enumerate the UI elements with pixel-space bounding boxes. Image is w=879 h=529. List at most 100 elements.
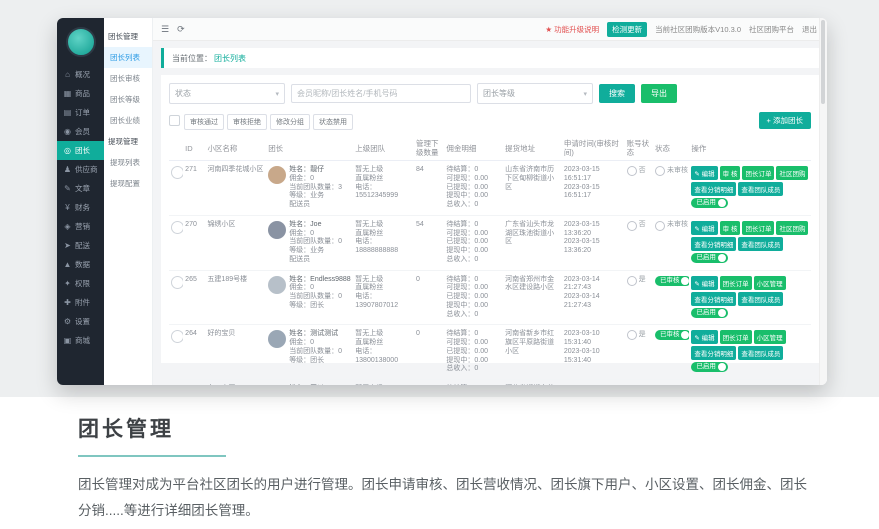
status-toggle-on[interactable]: 已启用 [691, 362, 728, 372]
search-button[interactable]: 搜索 [599, 84, 635, 103]
add-leader-button[interactable]: + 添加团长 [759, 112, 811, 129]
status-select[interactable]: 状态 ▾ [169, 83, 285, 104]
upgrade-notice-link[interactable]: ★ 功能升级说明 [545, 24, 599, 35]
op-button[interactable]: 小区管理 [754, 330, 786, 344]
status-indicator-off[interactable]: 是 [627, 276, 646, 286]
batch-button[interactable]: 审核通过 [184, 114, 224, 130]
batch-button[interactable]: 状态禁用 [313, 114, 353, 130]
platform-name-link[interactable]: 社区团购平台 [749, 24, 794, 35]
commission: 待结算：0可提现：0.00已提现：0.00提现中：0.00总收入：0 [446, 166, 501, 210]
op-button[interactable]: 查看分销明细 [691, 292, 736, 306]
op-button[interactable]: 查看分销明细 [691, 346, 736, 360]
op-button[interactable]: 团长订单 [720, 330, 752, 344]
submenu-item[interactable]: 团长审核 [104, 68, 152, 89]
window-scrollbar[interactable] [819, 18, 827, 385]
refresh-icon[interactable]: ⟳ [177, 24, 185, 35]
status-indicator-off[interactable]: 未审核 [655, 166, 688, 176]
leader-level-select[interactable]: 团长等级 ▾ [477, 83, 593, 104]
status-indicator-off[interactable]: 未审核 [655, 221, 688, 231]
leader-detail: 姓名：Endless9888佣金：0当前团队数量：0等级：团长 [289, 276, 350, 311]
status-indicator-off[interactable]: 否 [627, 221, 646, 231]
sidebar-item-goods[interactable]: ▦商品 [57, 84, 104, 103]
op-button[interactable]: 团长订单 [742, 166, 774, 180]
sidebar-item-overview[interactable]: ⌂概况 [57, 65, 104, 84]
row-checkbox[interactable] [171, 330, 183, 343]
sidebar-item-attachments[interactable]: ✚附件 [57, 293, 104, 312]
sidebar-item-finance[interactable]: ¥财务 [57, 198, 104, 217]
sidebar-item-permissions[interactable]: ✦权限 [57, 274, 104, 293]
breadcrumb: 当前位置： 团长列表 [161, 48, 819, 68]
row-checkbox[interactable] [171, 166, 183, 179]
op-button[interactable]: 小区管理 [754, 276, 786, 290]
op-button[interactable]: ✎ 编辑 [691, 221, 717, 235]
sidebar-item-orders[interactable]: ▤订单 [57, 103, 104, 122]
op-button[interactable]: 社区团购 [776, 166, 808, 180]
mall-icon: ▣ [63, 336, 72, 345]
batch-button[interactable]: 审核拒绝 [227, 114, 267, 130]
op-button[interactable]: ✎ 编辑 [691, 276, 717, 290]
op-button[interactable]: 查看团队成员 [738, 237, 783, 251]
status-toggle-label: 已启用 [696, 254, 716, 262]
status-toggle-on[interactable]: 已审核 [655, 330, 689, 340]
op-button[interactable]: 团长订单 [720, 276, 752, 290]
breadcrumb-current-link[interactable]: 团长列表 [214, 53, 246, 64]
search-input[interactable] [291, 84, 471, 103]
op-button[interactable]: 查看分销明细 [691, 237, 736, 251]
scrollbar-thumb[interactable] [821, 20, 825, 104]
leader-detail-line: 佣金：0 [289, 339, 342, 348]
sidebar-item-label: 数据 [75, 259, 90, 270]
status-indicator-off[interactable]: 是 [627, 330, 646, 340]
toggle-knob [718, 254, 726, 262]
op-button[interactable]: 审 核 [720, 166, 741, 180]
sidebar-item-suppliers[interactable]: ♟供应商 [57, 160, 104, 179]
status-indicator-off[interactable]: 否 [627, 166, 646, 176]
sidebar-item-mall[interactable]: ▣商城 [57, 331, 104, 350]
submenu-item[interactable]: 团长列表 [104, 47, 152, 68]
sidebar-item-articles[interactable]: ✎文章 [57, 179, 104, 198]
op-button[interactable]: ✎ 编辑 [691, 166, 717, 180]
commission: 待结算：0可提现：0.00已提现：0.00提现中：0.00总收入：0 [446, 330, 501, 374]
submenu-item[interactable]: 团长业绩 [104, 110, 152, 131]
export-button[interactable]: 导出 [641, 84, 677, 103]
leader-detail-line: 配送员 [289, 201, 342, 210]
status-cell: 已审核 [653, 325, 689, 380]
overview-icon: ⌂ [63, 70, 72, 79]
op-button[interactable]: 查看团队成员 [738, 292, 783, 306]
logout-link[interactable]: 退出 [802, 24, 817, 35]
op-button[interactable]: 查看团队成员 [738, 346, 783, 360]
check-update-button[interactable]: 检测更新 [607, 22, 647, 37]
sidebar-item-marketing[interactable]: ◈营销 [57, 217, 104, 236]
status-toggle-on[interactable]: 已启用 [691, 253, 728, 263]
status-toggle-on[interactable]: 已启用 [691, 308, 728, 318]
op-button[interactable]: ✎ 编辑 [691, 330, 717, 344]
row-checkbox[interactable] [171, 276, 183, 289]
toggle-knob [718, 309, 726, 317]
doc-section: 团长管理 团长管理对成为平台社区团长的用户进行管理。团长申请审核、团长营收情况、… [0, 397, 879, 525]
op-button[interactable]: 查看团队成员 [738, 182, 783, 196]
op-button[interactable]: 社区团购 [776, 221, 808, 235]
batch-button[interactable]: 修改分组 [270, 114, 310, 130]
leader-info: 姓名：靓仔佣金：0当前团队数量：3等级：业务配送员 [268, 166, 351, 210]
sidebar-item-settings[interactable]: ⚙设置 [57, 312, 104, 331]
leader-detail: 姓名：测试测试佣金：0当前团队数量：0等级：团长 [289, 330, 342, 365]
sidebar-item-members[interactable]: ◉会员 [57, 122, 104, 141]
row-checkbox[interactable] [171, 221, 183, 234]
column-header [169, 136, 183, 161]
table-row: 270锦绣小区姓名：Joe佣金：0当前团队数量：0等级：业务配送员暂无上级直属粉… [169, 215, 811, 270]
page-title: 团长管理 [78, 413, 879, 443]
op-button[interactable]: 团长订单 [742, 221, 774, 235]
sidebar-item-delivery[interactable]: ➤配送 [57, 236, 104, 255]
op-button[interactable]: 审 核 [720, 221, 741, 235]
sidebar-item-data[interactable]: ▲数据 [57, 255, 104, 274]
leader-info: 姓名：测试测试佣金：0当前团队数量：0等级：团长 [268, 330, 351, 365]
submenu-item[interactable]: 团长等级 [104, 89, 152, 110]
status-toggle-on[interactable]: 已启用 [691, 198, 728, 208]
sidebar-item-leaders[interactable]: ◎团长 [57, 141, 104, 160]
leader-detail-line: 当前团队数量：0 [289, 238, 342, 247]
submenu-item[interactable]: 提现列表 [104, 152, 152, 173]
select-all-checkbox[interactable] [169, 115, 180, 126]
menu-collapse-icon[interactable]: ☰ [161, 24, 169, 35]
op-button[interactable]: 查看分销明细 [691, 182, 736, 196]
status-toggle-on[interactable]: 已审核 [655, 276, 689, 286]
submenu-item[interactable]: 提现配置 [104, 173, 152, 194]
